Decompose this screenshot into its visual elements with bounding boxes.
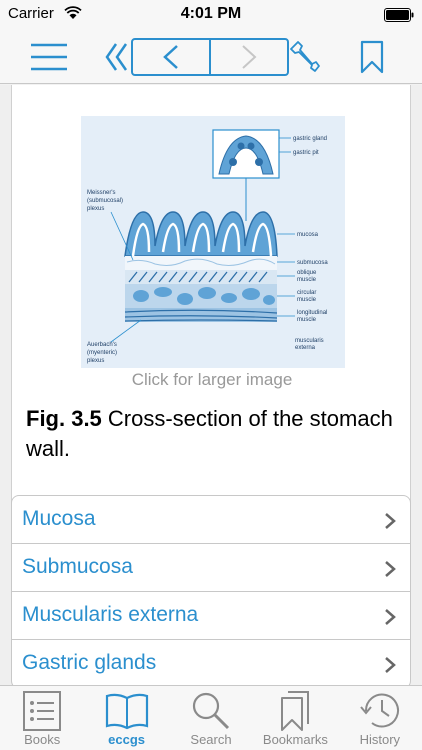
label-longitudinal-2: muscle (297, 317, 317, 323)
tab-eccgs[interactable]: eccgs (84, 686, 168, 750)
book-icon (105, 693, 148, 730)
chevron-right-icon (385, 609, 396, 625)
label-muscularis-1: muscularis (295, 338, 324, 344)
label-gastric-pit: gastric pit (293, 150, 319, 156)
menu-icon[interactable] (30, 42, 68, 72)
label-longitudinal-1: longitudinal (297, 310, 327, 316)
figure-number: Fig. 3.5 (26, 406, 102, 431)
tab-bar: Books eccgs Search Bookmarks History (0, 685, 422, 750)
tab-label: Search (190, 732, 232, 747)
tab-label: eccgs (108, 732, 146, 747)
list-item-label: Mucosa (22, 507, 96, 530)
list-item-label: Submucosa (22, 555, 133, 578)
label-meissner-3: plexus (87, 206, 104, 212)
label-submucosa: submucosa (297, 260, 328, 266)
list-item-label: Muscularis externa (22, 603, 199, 626)
tab-label: History (359, 732, 401, 747)
label-meissner-1: Meissner's (87, 190, 116, 196)
chevron-left-icon (163, 45, 178, 69)
page-navigation-segmented-control (131, 38, 289, 76)
list-item[interactable]: Submucosa (12, 544, 410, 592)
clock-icon (360, 693, 399, 728)
label-auerbach-1: Auerbach's (87, 342, 117, 348)
larger-image-hint[interactable]: Click for larger image (12, 370, 412, 390)
chevron-right-icon (385, 561, 396, 577)
tab-history[interactable]: History (338, 686, 422, 750)
tab-bookmarks[interactable]: Bookmarks (253, 686, 337, 750)
list-item[interactable]: Gastric glands (12, 640, 410, 685)
stomach-wall-illustration[interactable]: gastric gland gastric pit Meissner's (su… (81, 116, 345, 368)
tab-label: Books (24, 732, 61, 747)
label-gastric-gland: gastric gland (293, 136, 327, 142)
label-muscularis-2: externa (295, 345, 316, 351)
tab-search[interactable]: Search (169, 686, 253, 750)
tab-label: Bookmarks (262, 732, 328, 747)
bookmarks-icon (281, 691, 310, 731)
figure-caption: Fig. 3.5 Cross-section of the stomach wa… (26, 404, 398, 464)
navigation-bar (0, 30, 422, 84)
status-bar: Carrier 4:01 PM (0, 0, 422, 30)
magnifier-icon (192, 692, 230, 730)
bookmark-icon[interactable] (360, 40, 384, 74)
wrench-icon[interactable] (290, 40, 320, 74)
label-meissner-2: (submucosal) (87, 198, 123, 204)
label-circular-2: muscle (297, 297, 317, 303)
battery-icon (384, 8, 414, 22)
previous-page-button[interactable] (133, 40, 209, 74)
topic-link-list: Mucosa Submucosa Muscularis externa Gast… (11, 495, 411, 685)
label-mucosa: mucosa (297, 232, 319, 238)
clock-time: 4:01 PM (180, 5, 242, 22)
label-oblique-1: oblique (297, 270, 317, 276)
chevron-right-icon (385, 513, 396, 529)
label-circular-1: circular (297, 290, 316, 296)
double-back-icon[interactable] (104, 40, 130, 74)
content-area: gastric gland gastric pit Meissner's (su… (0, 85, 422, 685)
chevron-right-icon (385, 657, 396, 673)
label-auerbach-2: (myenteric) (87, 350, 117, 356)
list-item-label: Gastric glands (22, 651, 157, 674)
list-icon (23, 691, 62, 731)
label-oblique-2: muscle (297, 277, 317, 283)
list-item[interactable]: Mucosa (12, 496, 410, 544)
label-auerbach-3: plexus (87, 358, 104, 364)
chevron-right-icon (242, 45, 257, 69)
next-page-button[interactable] (209, 40, 287, 74)
list-item[interactable]: Muscularis externa (12, 592, 410, 640)
tab-books[interactable]: Books (0, 686, 84, 750)
